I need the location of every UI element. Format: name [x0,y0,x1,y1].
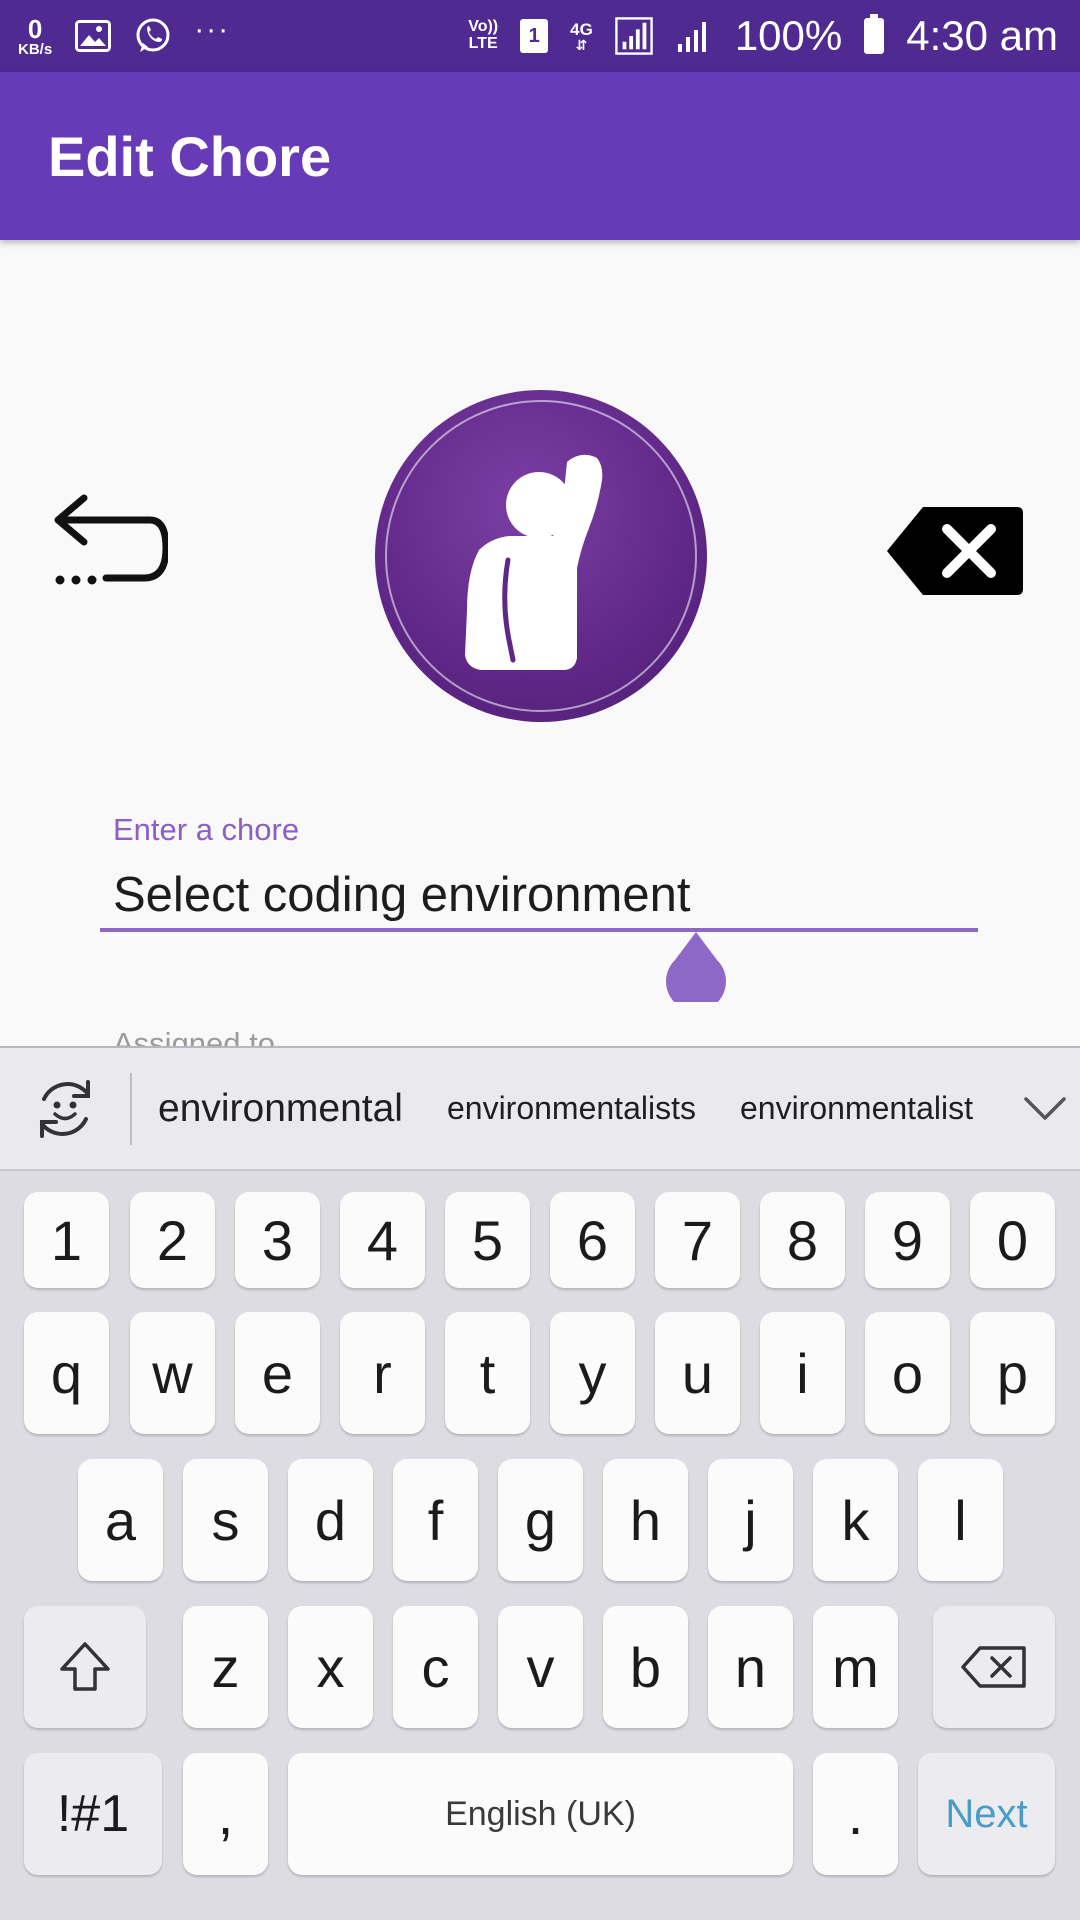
key-0[interactable]: 0 [970,1192,1055,1288]
backspace-clear-icon [887,507,1023,595]
key-k[interactable]: k [813,1459,898,1581]
signal-sim1-icon [615,17,653,55]
key-2[interactable]: 2 [130,1192,215,1288]
key-7[interactable]: 7 [655,1192,740,1288]
key-h[interactable]: h [603,1459,688,1581]
key-3[interactable]: 3 [235,1192,320,1288]
key-d[interactable]: d [288,1459,373,1581]
clear-button[interactable] [885,505,1025,597]
key-t[interactable]: t [445,1312,530,1434]
key-8[interactable]: 8 [760,1192,845,1288]
key-9[interactable]: 9 [865,1192,950,1288]
text-cursor-handle[interactable] [665,932,727,1012]
backspace-key[interactable] [933,1606,1055,1728]
network-type: 4G ⇵ [570,19,593,53]
key-x[interactable]: x [288,1606,373,1728]
battery-percent: 100% [734,12,843,59]
key-u[interactable]: u [655,1312,740,1434]
shift-icon [60,1642,110,1691]
battery-icon [864,14,885,54]
volte-indicator: Vo)) LTE [468,18,499,52]
key-e[interactable]: e [235,1312,320,1434]
signal-sim2-icon [675,17,713,55]
suggestion-3[interactable]: environmentalist [718,1090,995,1127]
sim-slot-icon: 1 [520,19,549,53]
key-v[interactable]: v [498,1606,583,1728]
key-o[interactable]: o [865,1312,950,1434]
undo-icon [54,494,170,585]
assigned-to-label: Assigned to [113,1026,275,1047]
comma-key[interactable]: , [183,1753,268,1875]
key-n[interactable]: n [708,1606,793,1728]
network-speed: 0 KB/s [18,13,53,58]
key-c[interactable]: c [393,1606,478,1728]
key-s[interactable]: s [183,1459,268,1581]
key-1[interactable]: 1 [24,1192,109,1288]
chore-avatar[interactable] [375,390,707,722]
key-5[interactable]: 5 [445,1192,530,1288]
key-r[interactable]: r [340,1312,425,1434]
clock: 4:30 am [906,12,1058,59]
next-key[interactable]: Next [918,1753,1055,1875]
backspace-icon [961,1646,1026,1688]
symbols-key[interactable]: !#1 [24,1753,162,1875]
chevron-down-icon [1024,1096,1066,1120]
whatsapp-notification-icon [134,17,172,55]
soft-keyboard: 1 2 3 4 5 6 7 8 9 0 q w e r t y u i o p … [0,1171,1080,1920]
keyboard-suggestion-bar: environmental environmentalists environm… [0,1046,1080,1171]
key-j[interactable]: j [708,1459,793,1581]
key-f[interactable]: f [393,1459,478,1581]
key-z[interactable]: z [183,1606,268,1728]
key-l[interactable]: l [918,1459,1003,1581]
status-bar: 0 KB/s ··· Vo)) LTE 1 4G ⇵ 100% 4:30 am [0,0,1080,72]
app-bar: Edit Chore [0,72,1080,240]
key-a[interactable]: a [78,1459,163,1581]
key-p[interactable]: p [970,1312,1055,1434]
shift-key[interactable] [24,1606,146,1728]
chore-input[interactable] [100,862,978,932]
emoji-button[interactable] [0,1048,130,1169]
more-notifications-icon: ··· [194,13,231,46]
key-b[interactable]: b [603,1606,688,1728]
key-i[interactable]: i [760,1312,845,1434]
suggestion-2[interactable]: environmentalists [425,1090,718,1127]
period-key[interactable]: . [813,1753,898,1875]
key-m[interactable]: m [813,1606,898,1728]
suggestion-1[interactable]: environmental [132,1087,425,1131]
key-y[interactable]: y [550,1312,635,1434]
key-q[interactable]: q [24,1312,109,1434]
key-4[interactable]: 4 [340,1192,425,1288]
page-title: Edit Chore [48,124,332,188]
key-w[interactable]: w [130,1312,215,1434]
emoji-sync-icon [40,1079,90,1138]
chore-field-label: Enter a chore [113,812,300,847]
undo-button[interactable] [48,490,170,595]
key-6[interactable]: 6 [550,1192,635,1288]
person-waving-icon [465,454,603,670]
expand-suggestions-button[interactable] [1010,1096,1080,1122]
gallery-notification-icon [74,17,112,55]
key-g[interactable]: g [498,1459,583,1581]
space-key[interactable]: English (UK) [288,1753,793,1875]
